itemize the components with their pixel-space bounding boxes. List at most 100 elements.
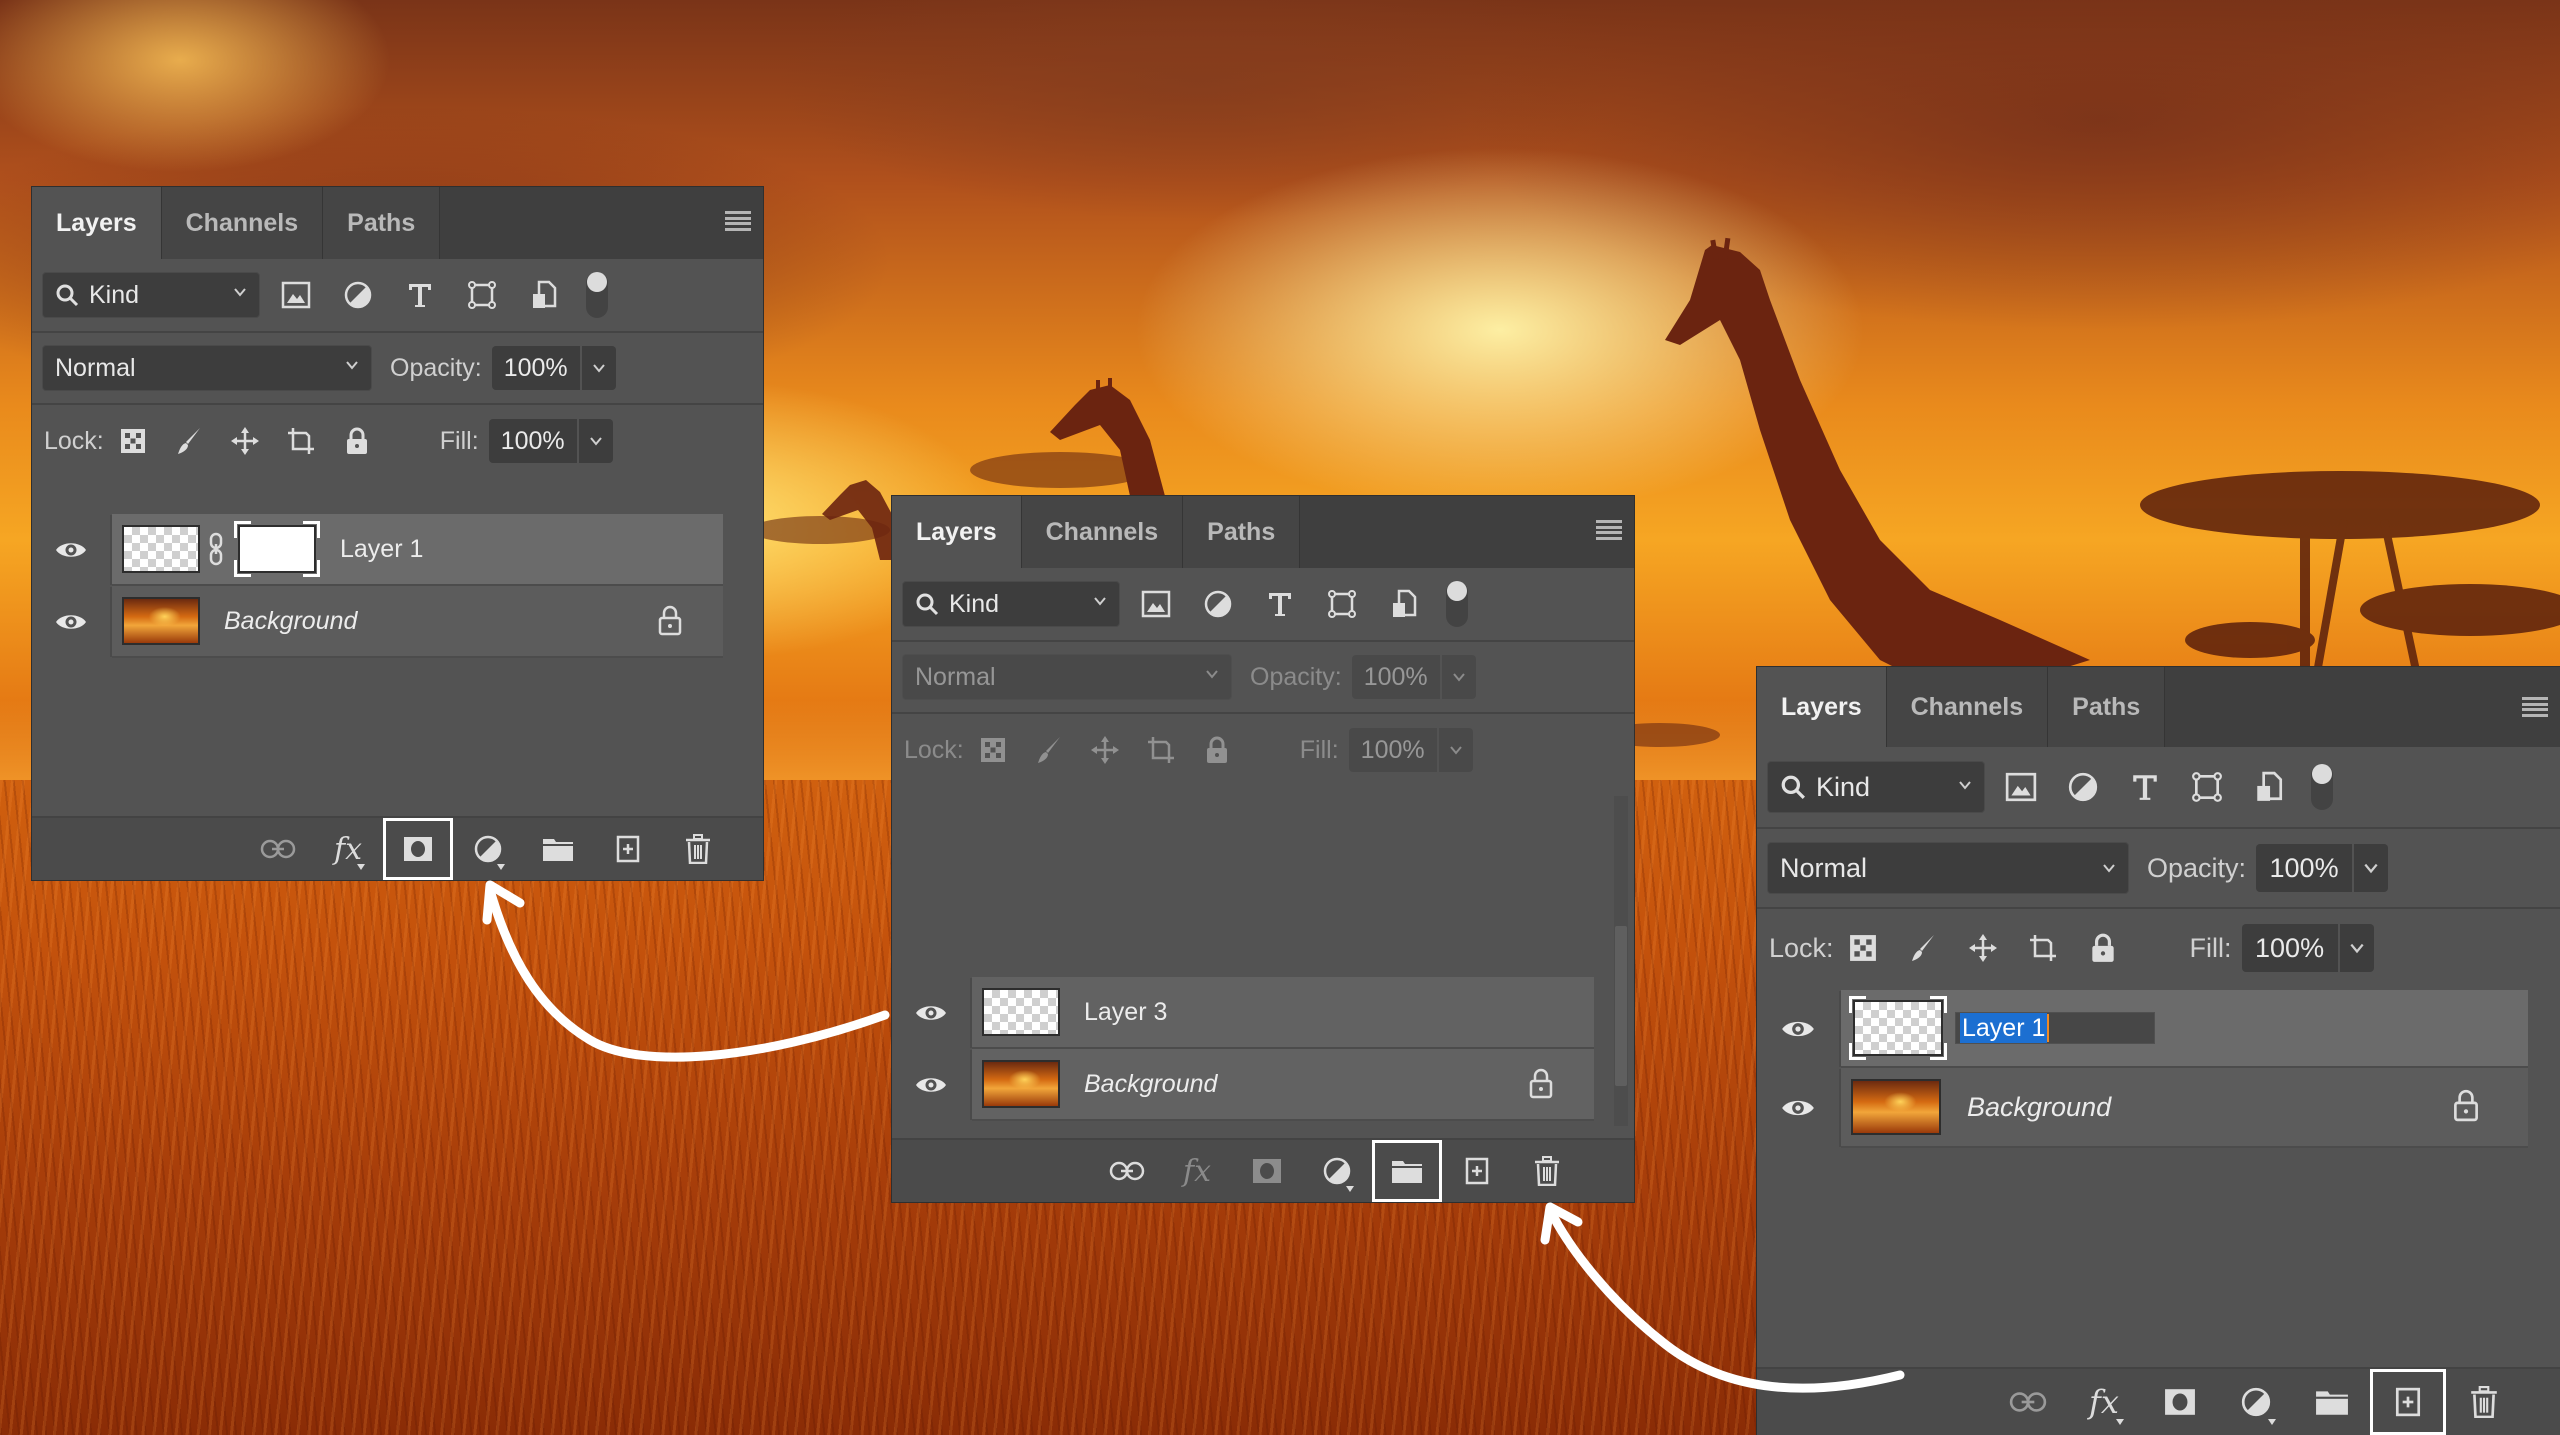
filter-toggle[interactable] bbox=[1446, 581, 1468, 627]
fill-value[interactable]: 100% bbox=[488, 419, 579, 463]
blend-mode-select[interactable]: Normal bbox=[42, 345, 372, 391]
add-mask-button[interactable] bbox=[1232, 1140, 1302, 1202]
adjustment-filter-icon[interactable] bbox=[342, 279, 374, 311]
image-filter-icon[interactable] bbox=[280, 279, 312, 311]
lock-image-pixels-icon[interactable] bbox=[1034, 735, 1064, 765]
lock-artboard-icon[interactable] bbox=[1146, 735, 1176, 765]
fill-dropdown[interactable] bbox=[1438, 728, 1473, 772]
fill-value[interactable]: 100% bbox=[2241, 924, 2340, 972]
lock-transparent-pixels-icon[interactable] bbox=[1848, 933, 1878, 963]
layer-row[interactable]: Background bbox=[892, 1049, 1634, 1121]
tab-channels[interactable]: Channels bbox=[1021, 496, 1184, 568]
layer-mask-thumbnail[interactable] bbox=[234, 521, 320, 577]
image-filter-icon[interactable] bbox=[1140, 588, 1172, 620]
fill-dropdown[interactable] bbox=[2339, 924, 2374, 972]
smart-object-filter-icon[interactable] bbox=[528, 279, 560, 311]
layer-thumbnail[interactable] bbox=[1851, 1079, 1941, 1135]
opacity-field[interactable]: 100% bbox=[1351, 655, 1476, 699]
tab-layers[interactable]: Layers bbox=[32, 187, 162, 259]
opacity-field[interactable]: 100% bbox=[2256, 844, 2389, 892]
visibility-toggle[interactable] bbox=[32, 587, 112, 657]
blend-mode-select[interactable]: Normal bbox=[902, 654, 1232, 700]
panel-menu-icon[interactable] bbox=[1596, 520, 1622, 540]
new-group-button[interactable] bbox=[523, 818, 593, 880]
adjustment-layer-button[interactable] bbox=[453, 818, 523, 880]
shape-filter-icon[interactable] bbox=[466, 279, 498, 311]
opacity-field[interactable]: 100% bbox=[491, 346, 616, 390]
new-group-button[interactable] bbox=[1372, 1140, 1442, 1202]
opacity-value[interactable]: 100% bbox=[1351, 655, 1442, 699]
visibility-toggle[interactable] bbox=[892, 1050, 972, 1120]
visibility-toggle[interactable] bbox=[1757, 1069, 1841, 1147]
add-mask-button[interactable] bbox=[2142, 1369, 2218, 1435]
fill-field[interactable]: 100% bbox=[488, 419, 613, 463]
type-filter-icon[interactable] bbox=[1264, 588, 1296, 620]
filter-kind-select[interactable]: Kind bbox=[902, 581, 1120, 627]
lock-position-icon[interactable] bbox=[1968, 933, 1998, 963]
link-layers-button[interactable] bbox=[243, 818, 313, 880]
lock-position-icon[interactable] bbox=[230, 426, 260, 456]
blend-mode-select[interactable]: Normal bbox=[1767, 842, 2129, 894]
opacity-dropdown[interactable] bbox=[1441, 655, 1476, 699]
new-layer-button[interactable] bbox=[1442, 1140, 1512, 1202]
lock-image-pixels-icon[interactable] bbox=[1908, 933, 1938, 963]
adjustment-filter-icon[interactable] bbox=[2067, 771, 2099, 803]
filter-toggle[interactable] bbox=[586, 272, 608, 318]
layer-row[interactable]: Background bbox=[1757, 1068, 2560, 1148]
fill-field[interactable]: 100% bbox=[1348, 728, 1473, 772]
panel-menu-icon[interactable] bbox=[725, 211, 751, 231]
tab-layers[interactable]: Layers bbox=[1757, 667, 1887, 747]
lock-all-icon[interactable] bbox=[2088, 933, 2118, 963]
fx-button[interactable]: fx bbox=[313, 818, 383, 880]
visibility-toggle[interactable] bbox=[892, 978, 972, 1048]
fx-button[interactable]: fx bbox=[2066, 1369, 2142, 1435]
adjustment-layer-button[interactable] bbox=[2218, 1369, 2294, 1435]
layer-name-selected-text[interactable]: Layer 1 bbox=[1960, 1013, 2048, 1043]
adjustment-layer-button[interactable] bbox=[1302, 1140, 1372, 1202]
layer-thumbnail[interactable] bbox=[122, 525, 200, 573]
lock-artboard-icon[interactable] bbox=[286, 426, 316, 456]
layer-row[interactable]: Layer 3 bbox=[892, 977, 1634, 1049]
layer-name-input[interactable]: Layer 1 bbox=[1955, 1012, 2155, 1044]
tab-paths[interactable]: Paths bbox=[323, 187, 441, 259]
lock-image-pixels-icon[interactable] bbox=[174, 426, 204, 456]
opacity-dropdown[interactable] bbox=[581, 346, 616, 390]
layer-thumbnail[interactable] bbox=[1849, 996, 1947, 1060]
new-layer-button[interactable] bbox=[2370, 1369, 2446, 1435]
tab-channels[interactable]: Channels bbox=[1886, 667, 2049, 747]
type-filter-icon[interactable] bbox=[404, 279, 436, 311]
layer-row[interactable]: Layer 1 bbox=[1757, 990, 2560, 1068]
visibility-toggle[interactable] bbox=[1757, 991, 1841, 1067]
smart-object-filter-icon[interactable] bbox=[1388, 588, 1420, 620]
new-layer-button[interactable] bbox=[593, 818, 663, 880]
new-group-button[interactable] bbox=[2294, 1369, 2370, 1435]
filter-kind-select[interactable]: Kind bbox=[1767, 761, 1985, 813]
link-layers-button[interactable] bbox=[1990, 1369, 2066, 1435]
panel-menu-icon[interactable] bbox=[2522, 697, 2548, 717]
layer-thumbnail[interactable] bbox=[122, 597, 200, 645]
layer-row[interactable]: Layer 1 bbox=[32, 514, 763, 586]
delete-layer-button[interactable] bbox=[1512, 1140, 1582, 1202]
tab-paths[interactable]: Paths bbox=[2048, 667, 2166, 747]
lock-transparent-pixels-icon[interactable] bbox=[118, 426, 148, 456]
opacity-value[interactable]: 100% bbox=[2256, 844, 2355, 892]
lock-artboard-icon[interactable] bbox=[2028, 933, 2058, 963]
delete-layer-button[interactable] bbox=[2446, 1369, 2522, 1435]
smart-object-filter-icon[interactable] bbox=[2253, 771, 2285, 803]
layer-row[interactable]: Background bbox=[32, 586, 763, 658]
tab-channels[interactable]: Channels bbox=[161, 187, 324, 259]
fx-button[interactable]: fx bbox=[1162, 1140, 1232, 1202]
shape-filter-icon[interactable] bbox=[2191, 771, 2223, 803]
layer-thumbnail[interactable] bbox=[982, 1060, 1060, 1108]
lock-all-icon[interactable] bbox=[342, 426, 372, 456]
filter-toggle[interactable] bbox=[2311, 764, 2333, 810]
lock-all-icon[interactable] bbox=[1202, 735, 1232, 765]
fill-dropdown[interactable] bbox=[578, 419, 613, 463]
layer-thumbnail[interactable] bbox=[982, 988, 1060, 1036]
visibility-toggle[interactable] bbox=[32, 515, 112, 585]
type-filter-icon[interactable] bbox=[2129, 771, 2161, 803]
fill-field[interactable]: 100% bbox=[2241, 924, 2374, 972]
lock-transparent-pixels-icon[interactable] bbox=[978, 735, 1008, 765]
tab-layers[interactable]: Layers bbox=[892, 496, 1022, 568]
tab-paths[interactable]: Paths bbox=[1183, 496, 1301, 568]
